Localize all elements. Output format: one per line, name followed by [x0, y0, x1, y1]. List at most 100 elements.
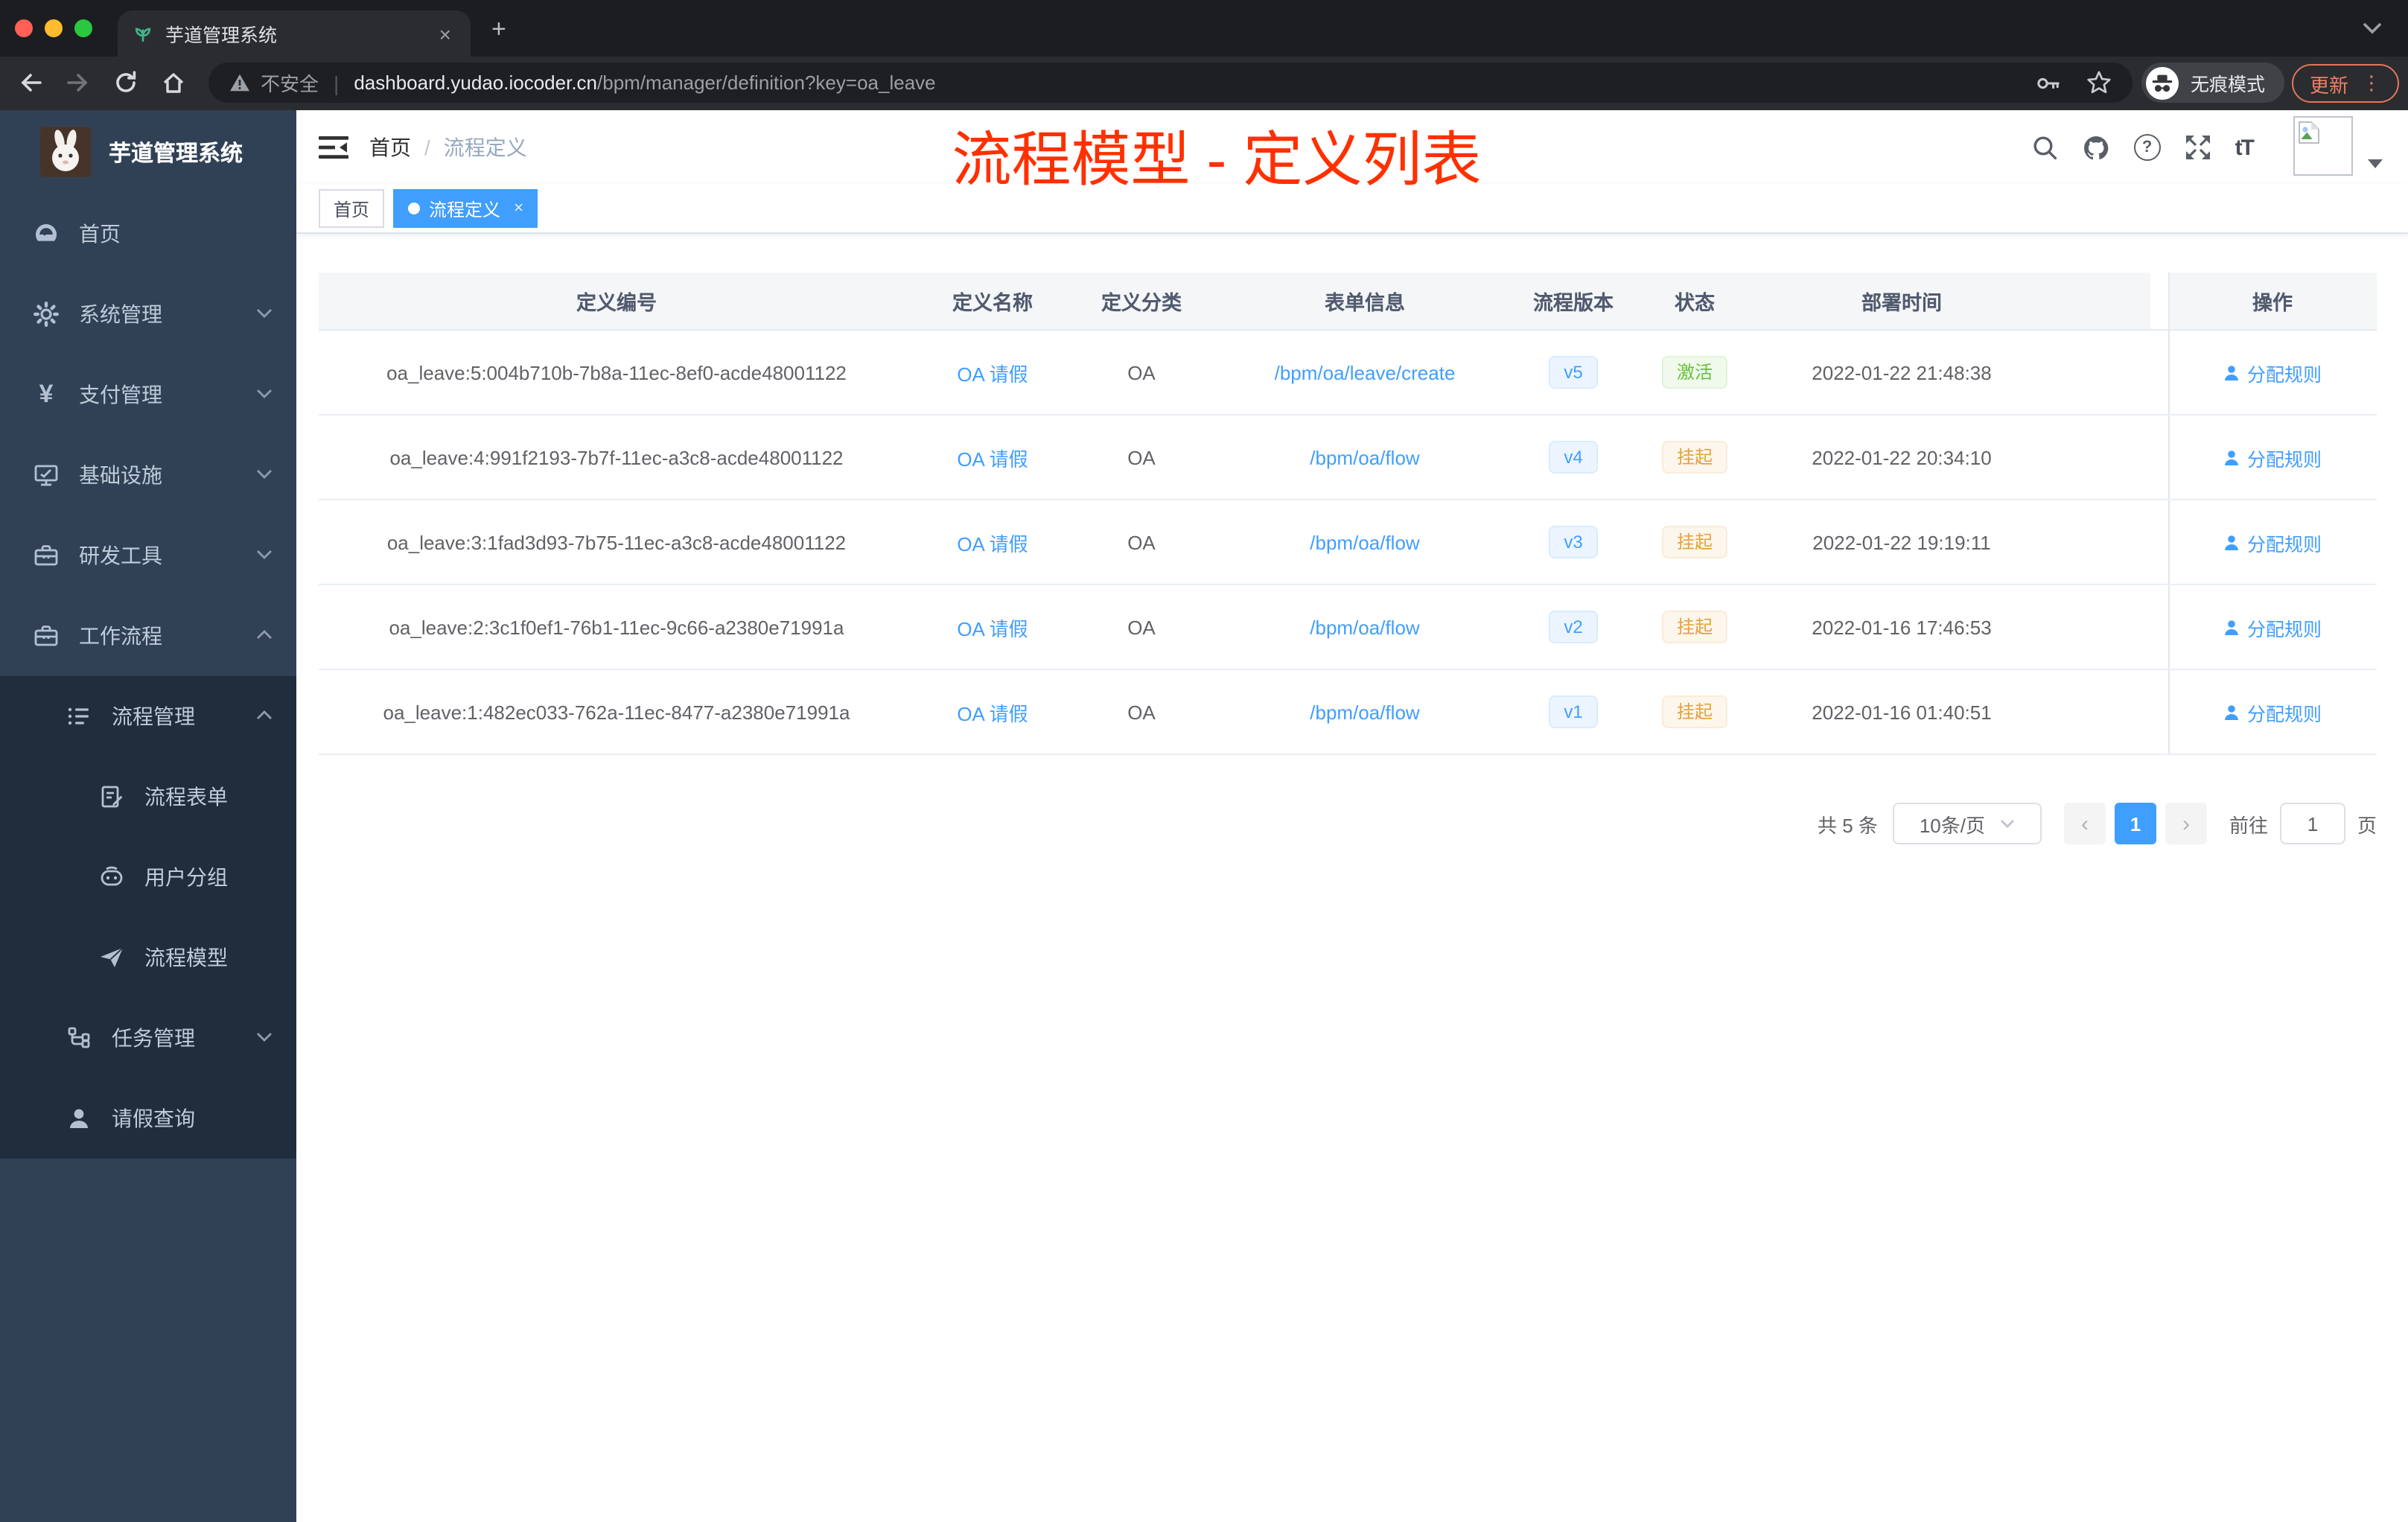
send-icon: [98, 944, 125, 971]
help-icon[interactable]: ?: [2133, 134, 2161, 161]
sidebar-item-infrastructure[interactable]: 基础设施: [0, 435, 296, 515]
gear-icon: [33, 301, 60, 328]
version-badge: v4: [1549, 441, 1598, 474]
window-zoom-button[interactable]: [74, 19, 92, 37]
navbar-actions: ? tT: [2031, 110, 2255, 185]
tag-close-icon[interactable]: ×: [514, 200, 523, 217]
sidebar-item-task-management[interactable]: 任务管理: [0, 998, 296, 1078]
security-label[interactable]: 不安全: [261, 69, 319, 97]
assign-rule-button[interactable]: 分配规则: [2223, 698, 2322, 726]
home-icon[interactable]: [161, 70, 186, 95]
avatar[interactable]: [2293, 116, 2353, 176]
sidebar-item-home[interactable]: 首页: [0, 194, 296, 274]
security-warning-icon[interactable]: [229, 73, 250, 92]
form-link[interactable]: /bpm/oa/flow: [1310, 616, 1419, 638]
cell-category: OA: [1127, 446, 1156, 468]
incognito-badge: 无痕模式: [2141, 63, 2284, 103]
sidebar-item-leave-query[interactable]: 请假查询: [0, 1078, 296, 1159]
sidebar-item-dev-tools[interactable]: 研发工具: [0, 515, 296, 596]
github-icon[interactable]: [2082, 133, 2110, 162]
definition-table: 定义编号 定义名称 定义分类 表单信息 流程版本 状态 部署时间 操作 oa_l…: [319, 273, 2377, 755]
definition-name-link[interactable]: OA 请假: [957, 702, 1028, 725]
browser-menu-dots-icon[interactable]: ⋮: [2362, 71, 2381, 95]
sidebar-item-workflow[interactable]: 工作流程: [0, 596, 296, 676]
current-page-button[interactable]: 1: [2114, 803, 2156, 844]
password-key-icon[interactable]: [2036, 71, 2061, 95]
status-badge: 挂起: [1661, 695, 1727, 728]
assign-rule-button[interactable]: 分配规则: [2223, 358, 2322, 386]
avatar-caret-icon[interactable]: [2368, 159, 2383, 168]
user-icon: [66, 1105, 92, 1132]
assign-rule-button[interactable]: 分配规则: [2223, 443, 2322, 471]
bookmark-star-icon[interactable]: [2086, 70, 2112, 95]
definition-name-link[interactable]: OA 请假: [957, 617, 1028, 640]
page-size-select[interactable]: 10条/页: [1892, 803, 2042, 844]
url-bar[interactable]: 不安全 | dashboard.yudao.iocoder.cn/bpm/man…: [208, 63, 2133, 103]
cell-deploy-time: 2022-01-16 01:40:51: [1812, 701, 1992, 723]
window-minimize-button[interactable]: [45, 19, 63, 37]
prev-page-button[interactable]: ‹: [2063, 803, 2106, 844]
form-link[interactable]: /bpm/oa/flow: [1310, 531, 1419, 553]
new-tab-button[interactable]: +: [491, 15, 506, 45]
fullscreen-icon[interactable]: [2185, 134, 2211, 161]
form-link[interactable]: /bpm/oa/leave/create: [1275, 361, 1456, 383]
forward-icon[interactable]: [66, 70, 91, 95]
assign-rule-button[interactable]: 分配规则: [2223, 528, 2322, 556]
url-divider: |: [334, 71, 340, 95]
col-definition-name: 定义名称: [952, 292, 1033, 314]
browser-update-button[interactable]: 更新 ⋮: [2292, 64, 2399, 103]
list-icon: [66, 703, 92, 730]
cell-category: OA: [1127, 616, 1156, 638]
update-label[interactable]: 更新: [2310, 69, 2348, 98]
tab-close-icon[interactable]: ×: [435, 22, 456, 45]
sidebar-item-label: 首页: [79, 222, 121, 246]
url-domain[interactable]: dashboard.yudao.iocoder.cn: [354, 71, 597, 94]
cell-definition-id: oa_leave:2:3c1f0ef1-76b1-11ec-9c66-a2380…: [389, 616, 844, 638]
window-controls[interactable]: [15, 19, 92, 37]
col-definition-category: 定义分类: [1101, 292, 1182, 314]
sidebar-item-label: 任务管理: [112, 1026, 195, 1050]
back-icon[interactable]: [18, 70, 43, 95]
sidebar-item-process-form[interactable]: 流程表单: [0, 757, 296, 837]
chevron-down-icon: [256, 550, 273, 560]
form-icon: [98, 783, 125, 810]
window-close-button[interactable]: [15, 19, 33, 37]
sidebar-item-user-group[interactable]: 用户分组: [0, 837, 296, 917]
next-page-button[interactable]: ›: [2165, 803, 2207, 844]
sidebar-item-process-model[interactable]: 流程模型: [0, 917, 296, 998]
form-link[interactable]: /bpm/oa/flow: [1310, 701, 1419, 723]
browser-tab[interactable]: 芋道管理系统 ×: [118, 10, 471, 57]
cell-category: OA: [1127, 361, 1156, 383]
briefcase-icon: [33, 623, 60, 649]
breadcrumb-separator: /: [424, 136, 430, 159]
scrollbar-gutter: [2150, 273, 2168, 329]
top-navbar: 首页 / 流程定义 ? tT 流程模型 - 定义列表: [296, 110, 2408, 192]
assign-rule-button[interactable]: 分配规则: [2223, 613, 2322, 641]
tab-search-chevron-icon[interactable]: [2363, 22, 2381, 34]
cell-definition-id: oa_leave:4:991f2193-7b7f-11ec-a3c8-acde4…: [389, 446, 844, 468]
col-definition-id: 定义编号: [576, 292, 657, 314]
cell-definition-id: oa_leave:1:482ec033-762a-11ec-8477-a2380…: [383, 701, 850, 723]
definition-name-link[interactable]: OA 请假: [957, 363, 1028, 385]
url-path[interactable]: /bpm/manager/definition?key=oa_leave: [597, 71, 936, 94]
logo-avatar: [40, 127, 91, 177]
search-icon[interactable]: [2031, 134, 2058, 161]
tag-process-definition[interactable]: 流程定义 ×: [393, 189, 538, 228]
sidebar-item-system[interactable]: 系统管理: [0, 274, 296, 354]
reload-icon[interactable]: [113, 70, 138, 95]
breadcrumb-home[interactable]: 首页: [369, 133, 411, 162]
font-size-icon[interactable]: tT: [2235, 135, 2255, 160]
definition-name-link[interactable]: OA 请假: [957, 448, 1028, 470]
sidebar-item-process-management[interactable]: 流程管理: [0, 676, 296, 757]
sidebar-item-label: 流程模型: [144, 946, 228, 969]
pagination: 共 5 条 10条/页 ‹ 1 › 前往 页: [319, 803, 2377, 844]
sidebar-toggle-icon[interactable]: [319, 136, 348, 159]
status-badge: 挂起: [1661, 441, 1727, 474]
tag-home[interactable]: 首页: [319, 189, 385, 228]
form-link[interactable]: /bpm/oa/flow: [1310, 446, 1419, 468]
definition-name-link[interactable]: OA 请假: [957, 532, 1028, 555]
sidebar-logo[interactable]: 芋道管理系统: [0, 110, 296, 194]
sidebar-item-payment[interactable]: ¥ 支付管理: [0, 354, 296, 435]
goto-page-input[interactable]: [2279, 803, 2345, 844]
sidebar-item-label: 基础设施: [79, 463, 162, 487]
